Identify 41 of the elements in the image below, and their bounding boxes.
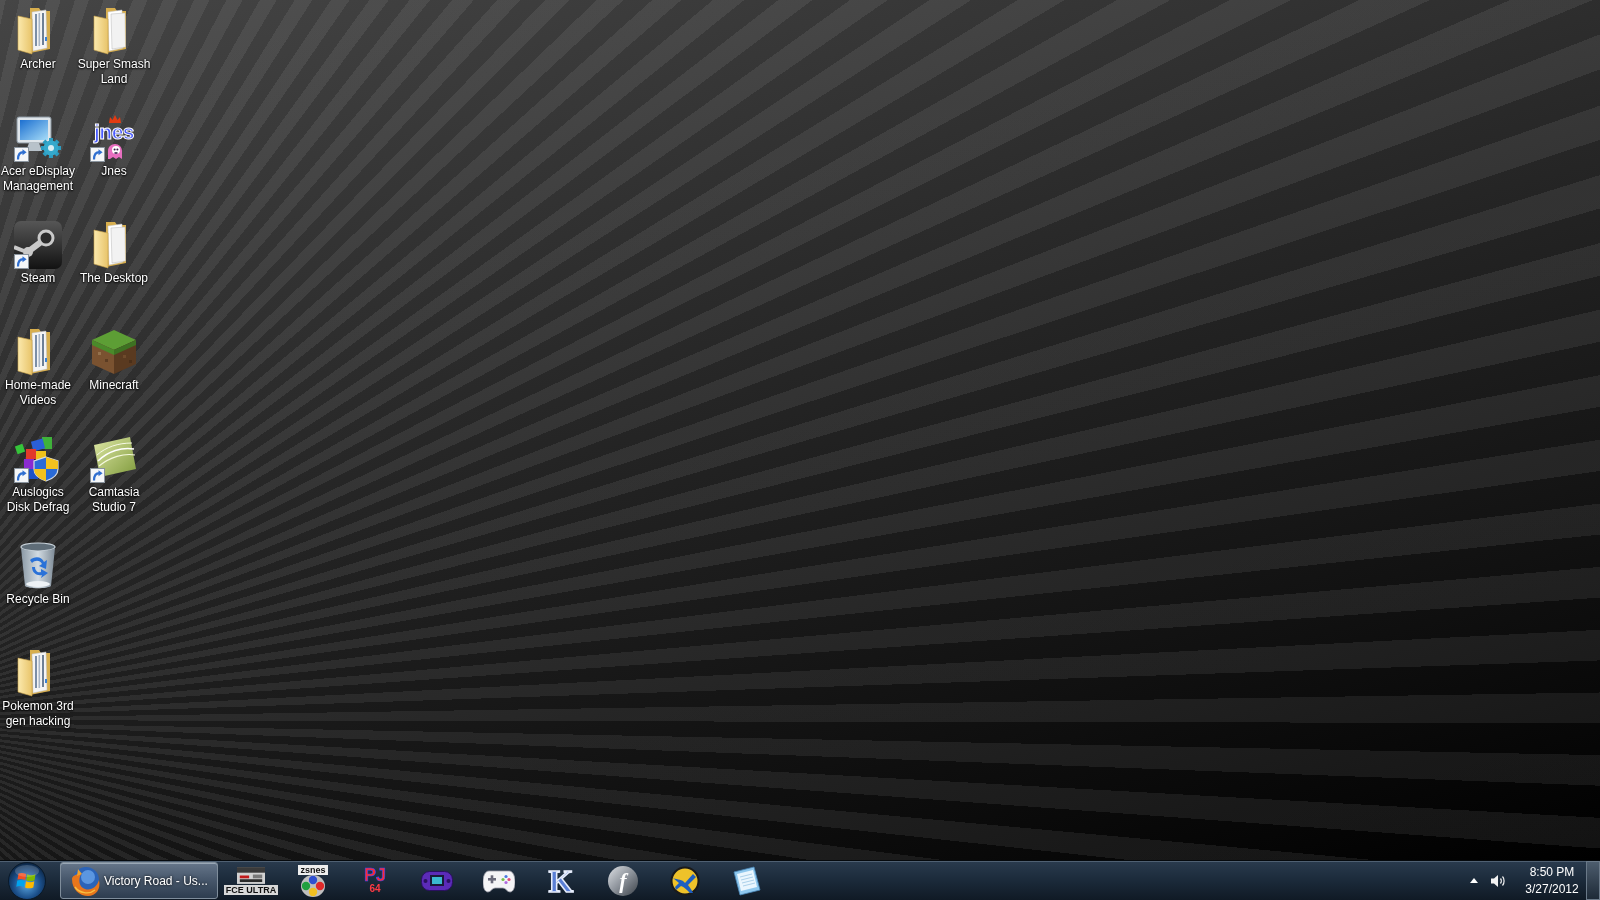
desktop-item[interactable]: Super Smash Land xyxy=(76,0,152,87)
taskbar-app-button[interactable]: zsnes xyxy=(282,862,344,899)
desktop-item[interactable]: Archer xyxy=(0,0,76,72)
desktop-item[interactable]: Pokemon 3rd gen hacking xyxy=(0,642,76,729)
volume-icon xyxy=(1491,873,1507,888)
desktop-item[interactable]: jnes Jnes xyxy=(76,107,152,179)
console-icon xyxy=(237,866,265,884)
ghost-icon xyxy=(107,144,122,159)
gamepad-icon xyxy=(483,868,515,893)
start-button[interactable] xyxy=(8,861,46,900)
desktop-item[interactable]: Acer eDisplay Management xyxy=(0,107,76,194)
fox-globe-icon xyxy=(69,864,101,897)
folder-icon xyxy=(93,7,127,55)
folder-icon xyxy=(17,649,51,697)
crown-icon xyxy=(109,115,121,123)
folder-icon xyxy=(93,221,127,269)
clock-button[interactable]: 8:50 PM 3/27/2012 xyxy=(1520,863,1584,898)
windows-logo-icon xyxy=(8,861,46,900)
desktop-item[interactable]: Steam xyxy=(0,214,76,286)
desktop-item[interactable]: The Desktop xyxy=(76,214,152,286)
taskbar-app-button[interactable]: K xyxy=(530,862,592,899)
tile-logo-icon xyxy=(14,221,62,269)
folder-icon xyxy=(17,7,51,55)
recycle-bin-icon xyxy=(20,542,56,590)
taskbar-app-button[interactable]: PJ 64 xyxy=(344,862,406,899)
logo-text: jnes xyxy=(92,122,135,142)
notepad-icon xyxy=(732,865,762,896)
desktop-item[interactable]: Recycle Bin xyxy=(0,535,76,607)
desktop-item[interactable]: Home-made Videos xyxy=(0,321,76,408)
colored-buttons-icon xyxy=(301,874,325,897)
folder-icon xyxy=(17,328,51,376)
globe-plane-icon xyxy=(670,865,700,896)
grass-block-icon xyxy=(90,328,138,376)
show-desktop-button[interactable] xyxy=(1586,861,1600,900)
desktop-item[interactable]: Minecraft xyxy=(76,321,152,393)
taskbar-app-button[interactable]: FCE ULTRA xyxy=(220,862,282,899)
desktop-item[interactable]: Camtasia Studio 7 xyxy=(76,428,152,515)
desktop-item[interactable]: Auslogics Disk Defrag xyxy=(0,428,76,515)
taskbar-window-button[interactable]: Victory Road - Us... xyxy=(60,862,218,899)
handheld-console-icon xyxy=(421,870,453,891)
up-triangle-icon xyxy=(1470,878,1478,883)
